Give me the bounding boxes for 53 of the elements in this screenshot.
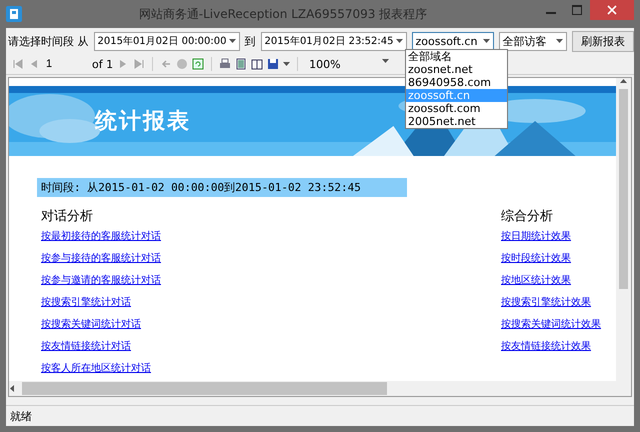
- zoom-dropdown[interactable]: 100%: [305, 58, 390, 70]
- banner-title: 统计报表: [95, 108, 191, 136]
- report-link[interactable]: 按参与邀请的客服统计对话: [41, 274, 161, 288]
- report-link[interactable]: 按客人所在地区统计对话: [41, 362, 161, 376]
- page-field[interactable]: 1: [44, 58, 88, 70]
- report-link[interactable]: 按最初接待的客服统计对话: [41, 230, 161, 244]
- maximize-icon[interactable]: [572, 5, 582, 15]
- domain-option[interactable]: 全部域名: [406, 50, 507, 63]
- page-count: of 1: [92, 58, 114, 70]
- caret-icon[interactable]: [556, 38, 563, 44]
- report-link[interactable]: 按搜索关键词统计效果: [501, 318, 601, 332]
- caret-icon[interactable]: [620, 78, 627, 85]
- section-heading: 对话分析: [41, 208, 94, 225]
- period-text: 时间段: 从2015-01-02 00:00:00到2015-01-02 23:52:45: [37, 178, 407, 197]
- status-text: 就绪: [10, 408, 32, 424]
- print-icon[interactable]: [219, 58, 232, 70]
- window-title: 网站商务通-LiveReception LZA69557093 报表程序: [138, 6, 428, 22]
- range-label: 请选择时间段 从: [8, 34, 88, 48]
- report-link[interactable]: 按搜索引擎统计效果: [501, 296, 601, 310]
- report-link[interactable]: 按时段统计效果: [501, 252, 601, 266]
- save-icon[interactable]: [267, 58, 280, 70]
- caret-icon[interactable]: [396, 38, 402, 44]
- to-label: 到: [244, 34, 256, 48]
- report-link[interactable]: 按友情链接统计对话: [41, 340, 161, 354]
- report-link[interactable]: 按友情链接统计效果: [501, 340, 601, 354]
- report-link[interactable]: 按日期统计效果: [501, 230, 601, 244]
- start-date-field[interactable]: 2015年01月02日 00:00:00: [94, 32, 240, 50]
- print-layout-icon[interactable]: [235, 58, 248, 70]
- horizontal-scrollbar[interactable]: [9, 381, 631, 396]
- close-icon: [607, 5, 617, 15]
- end-date-field[interactable]: 2015年01月02日 23:52:45: [260, 32, 406, 50]
- caret-icon[interactable]: [283, 60, 290, 68]
- domain-dropdown[interactable]: zoossoft.cn: [412, 32, 494, 50]
- caret-icon[interactable]: [228, 38, 236, 44]
- caret-icon[interactable]: [9, 385, 16, 392]
- caret-icon[interactable]: [382, 58, 390, 64]
- close-button[interactable]: [590, 0, 634, 20]
- refresh-button[interactable]: 刷新报表: [572, 30, 634, 52]
- caret-icon[interactable]: [482, 38, 490, 44]
- section-heading: 综合分析: [501, 208, 554, 225]
- refresh-icon[interactable]: [192, 58, 204, 70]
- domain-option[interactable]: 2005net.net: [406, 115, 507, 128]
- domain-option[interactable]: zoosnet.net: [406, 63, 507, 76]
- domain-option[interactable]: zoossoft.com: [406, 102, 507, 115]
- report-link[interactable]: 按地区统计效果: [501, 274, 601, 288]
- vertical-scrollbar[interactable]: [616, 78, 631, 381]
- visitor-dropdown[interactable]: 全部访客: [498, 32, 567, 50]
- report-link[interactable]: 按搜索关键词统计对话: [41, 318, 161, 332]
- domain-option[interactable]: 86940958.com: [406, 76, 507, 89]
- app-icon: [6, 6, 22, 22]
- report-link[interactable]: 按搜索引擎统计对话: [41, 296, 161, 310]
- page-setup-icon[interactable]: [251, 58, 264, 70]
- report-link[interactable]: 按参与接待的客服统计对话: [41, 252, 161, 266]
